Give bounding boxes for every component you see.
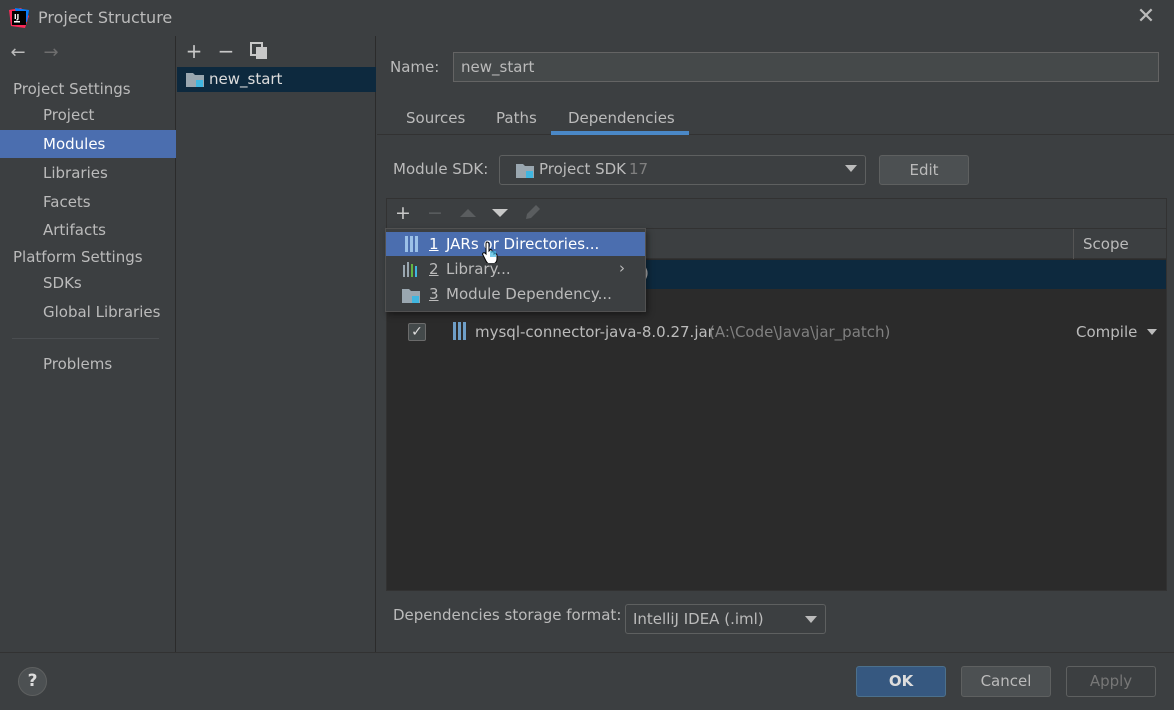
module-name-field[interactable] <box>453 52 1159 82</box>
name-label: Name: <box>390 58 440 76</box>
chevron-right-icon: › <box>619 259 625 277</box>
menu-item-number: 2 <box>429 260 439 278</box>
module-name: new_start <box>209 70 283 88</box>
remove-icon[interactable]: − <box>216 41 236 61</box>
move-up-icon[interactable] <box>460 209 476 217</box>
module-sdk-label: Module SDK: <box>393 160 489 178</box>
back-arrow-icon[interactable]: ← <box>8 43 28 63</box>
forward-arrow-icon[interactable]: → <box>41 43 61 63</box>
jar-icon <box>405 236 418 252</box>
intellij-app-icon: IJ <box>9 8 29 28</box>
library-icon <box>403 262 417 277</box>
cancel-button[interactable]: Cancel <box>961 666 1051 697</box>
tab-dependencies[interactable]: Dependencies <box>568 109 675 127</box>
module-list-panel <box>177 36 376 652</box>
active-tab-indicator <box>551 131 689 135</box>
sidebar-item-artifacts[interactable]: Artifacts <box>0 216 176 244</box>
close-icon[interactable]: ✕ <box>1133 4 1159 30</box>
hand-cursor-icon <box>482 241 498 263</box>
menu-item-number: 3 <box>429 285 439 303</box>
sidebar-item-global-libraries[interactable]: Global Libraries <box>0 298 176 326</box>
project-settings-header: Project Settings <box>13 80 131 98</box>
add-dependency-icon[interactable]: + <box>392 202 414 224</box>
dependency-checkbox[interactable]: ✓ <box>408 323 426 341</box>
title-bar <box>0 0 1174 36</box>
tab-paths[interactable]: Paths <box>496 109 537 127</box>
sidebar-item-sdks[interactable]: SDKs <box>0 269 176 297</box>
chevron-down-icon <box>845 165 857 172</box>
menu-item-label: Library... <box>446 260 511 278</box>
scope-column-header: Scope <box>1083 235 1129 253</box>
apply-button[interactable]: Apply <box>1066 666 1156 697</box>
column-divider <box>1073 229 1074 259</box>
sidebar-divider <box>12 338 159 339</box>
jar-icon <box>453 322 466 340</box>
dependency-path: (A:\Code\Java\jar_patch) <box>709 323 891 341</box>
sidebar-item-facets[interactable]: Facets <box>0 188 176 216</box>
window-title: Project Structure <box>38 8 173 27</box>
edit-pencil-icon[interactable] <box>524 203 542 221</box>
module-icon <box>402 289 420 303</box>
sidebar-item-project[interactable]: Project <box>0 101 176 129</box>
menu-item-label: JARs or Directories... <box>446 235 600 253</box>
menu-item-label: Module Dependency... <box>446 285 612 303</box>
platform-settings-header: Platform Settings <box>13 248 143 266</box>
remove-dependency-icon[interactable]: − <box>424 202 446 224</box>
sidebar-item-libraries[interactable]: Libraries <box>0 159 176 187</box>
sdk-version: 17 <box>629 160 649 178</box>
scope-chevron-down-icon[interactable] <box>1147 329 1157 335</box>
dependency-scope[interactable]: Compile <box>1076 323 1137 341</box>
storage-format-label: Dependencies storage format: <box>393 606 622 624</box>
chevron-down-icon <box>805 616 817 623</box>
menu-item-number: 1 <box>429 235 439 253</box>
sdk-folder-icon <box>516 164 534 178</box>
ok-button[interactable]: OK <box>856 666 946 697</box>
module-folder-icon <box>186 73 204 87</box>
tab-sources[interactable]: Sources <box>406 109 465 127</box>
svg-text:IJ: IJ <box>14 13 19 21</box>
sdk-value: Project SDK <box>539 160 626 178</box>
storage-format-value: IntelliJ IDEA (.iml) <box>633 610 764 628</box>
sidebar-item-problems[interactable]: Problems <box>0 350 176 378</box>
copy-icon[interactable] <box>250 42 268 60</box>
sidebar-item-modules[interactable]: Modules <box>0 130 176 158</box>
menu-item-library[interactable] <box>386 257 645 281</box>
dependency-name: mysql-connector-java-8.0.27.jar <box>475 323 714 341</box>
edit-sdk-button[interactable]: Edit <box>879 155 969 185</box>
move-down-icon[interactable] <box>492 209 508 217</box>
help-button[interactable]: ? <box>18 667 47 696</box>
add-icon[interactable]: + <box>184 41 204 61</box>
